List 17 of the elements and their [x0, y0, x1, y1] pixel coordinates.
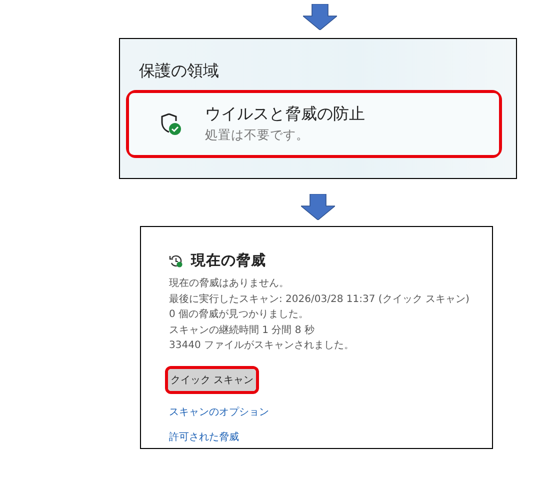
link[interactable]: スキャンのオプション — [169, 404, 269, 418]
down-arrow-icon — [301, 194, 335, 220]
down-arrow-icon — [303, 4, 337, 30]
protection-card[interactable]: ウイルスと脅威の防止 処置は不要です。 — [129, 93, 499, 155]
shield-check-icon — [160, 112, 182, 136]
quick-scan-button[interactable]: クイック スキャン — [168, 368, 256, 390]
card-title: ウイルスと脅威の防止 — [205, 104, 365, 125]
status-text: 現在の脅威はありません。 — [169, 276, 290, 291]
scan-history-icon — [169, 254, 183, 268]
status-text: スキャンの継続時間 1 分間 8 秒 — [169, 324, 316, 338]
section-heading: 保護の領域 — [139, 61, 220, 82]
link[interactable]: 許可された脅威 — [169, 430, 239, 444]
card-subtitle: 処置は不要です。 — [205, 127, 310, 144]
status-text: 33440 ファイルがスキャンされました。 — [169, 339, 355, 353]
status-text: 最後に実行したスキャン: 2026/03/28 11:37 (クイック スキャン) — [169, 292, 470, 306]
status-text: 0 個の脅威が見つかりました。 — [169, 308, 310, 322]
section-title: 現在の脅威 — [191, 252, 266, 270]
